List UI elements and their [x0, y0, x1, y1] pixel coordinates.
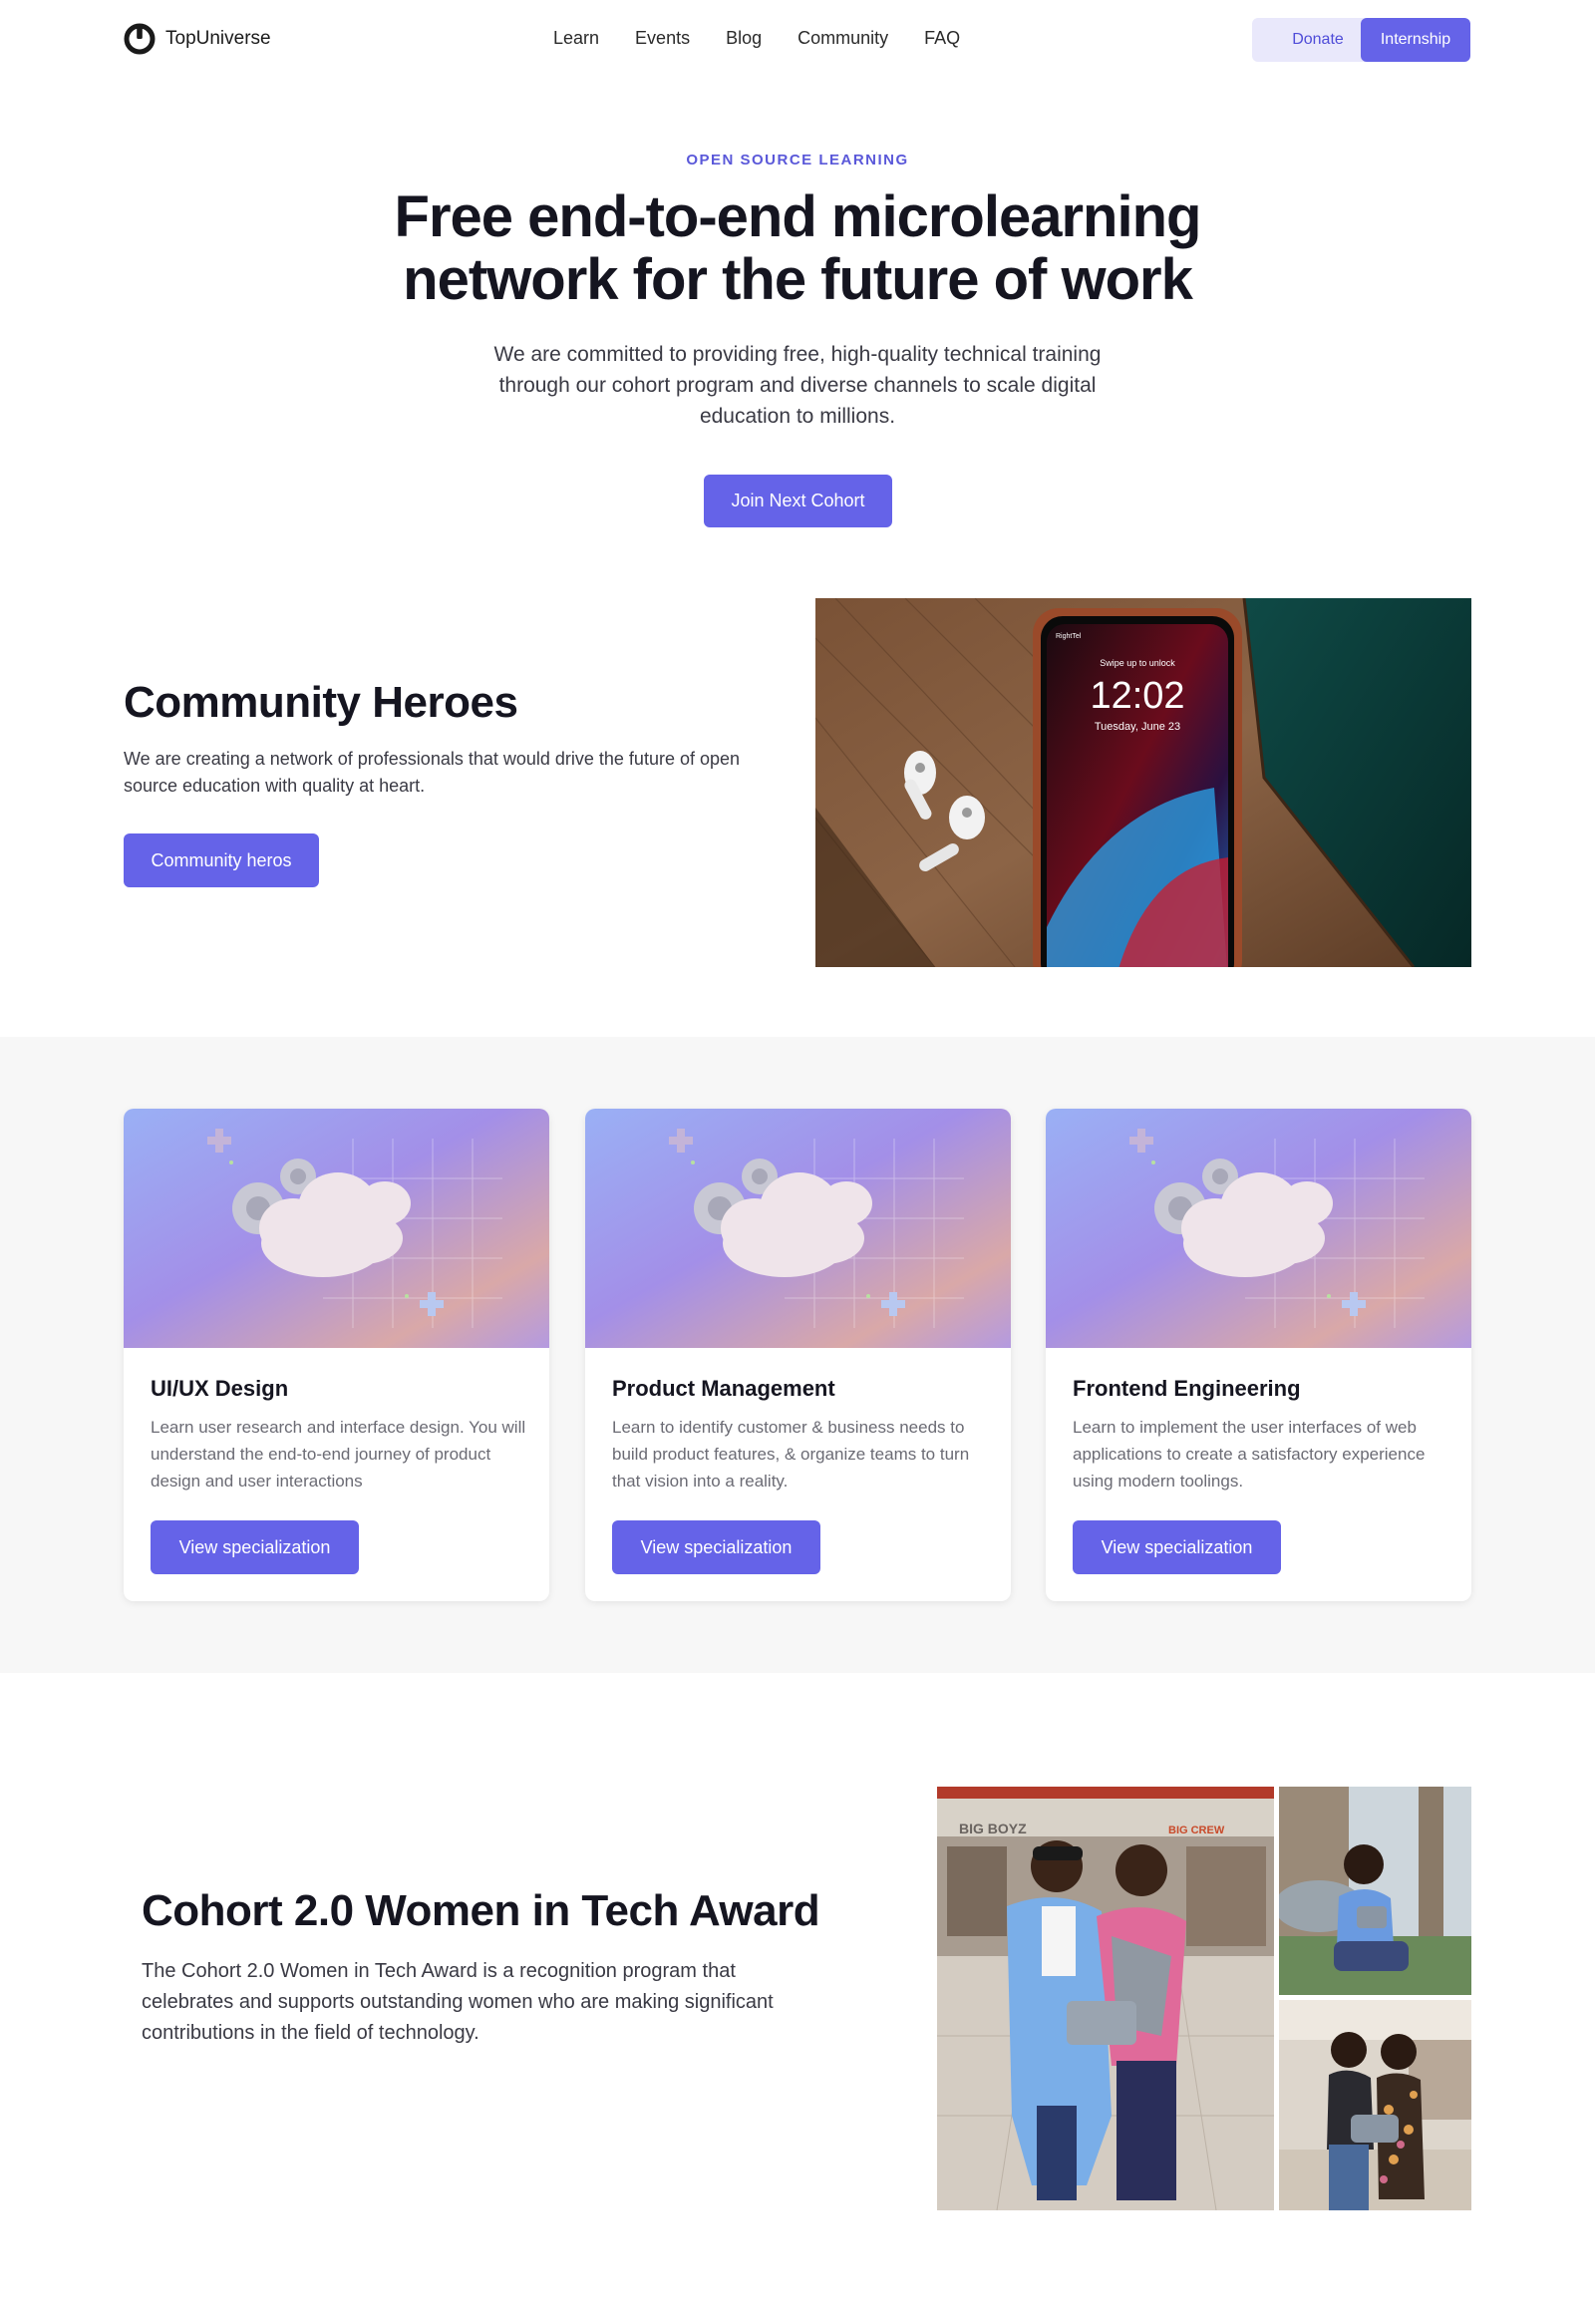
- phone-time: 12:02: [1090, 675, 1184, 717]
- nav-link-faq[interactable]: FAQ: [924, 28, 960, 49]
- brand-logo-icon: [124, 23, 156, 55]
- community-heros-button[interactable]: Community heros: [124, 833, 319, 887]
- view-specialization-button[interactable]: View specialization: [612, 1520, 820, 1574]
- card-description: Learn to identify customer & business ne…: [612, 1418, 970, 1491]
- specialization-card-frontend-engineering: Frontend Engineering Learn to implement …: [1046, 1109, 1471, 1601]
- view-specialization-button[interactable]: View specialization: [1073, 1520, 1281, 1574]
- card-illustration: [585, 1109, 1011, 1348]
- specialization-card-uiux: UI/UX Design Learn user research and int…: [124, 1109, 549, 1601]
- brand-name: TopUniverse: [165, 28, 271, 49]
- view-specialization-button[interactable]: View specialization: [151, 1520, 359, 1574]
- nav-link-learn[interactable]: Learn: [553, 28, 599, 49]
- nav-links: Learn Events Blog Community FAQ: [553, 28, 960, 49]
- phone-on-table-image: RightTel Swipe up to unlock 12:02 Tuesda…: [815, 598, 1471, 967]
- phone-date: Tuesday, June 23: [1095, 721, 1180, 733]
- card-title: UI/UX Design: [151, 1376, 289, 1401]
- card-title: Product Management: [612, 1376, 835, 1401]
- top-navigation: TopUniverse Learn Events Blog Community …: [0, 0, 1595, 80]
- nav-link-community[interactable]: Community: [798, 28, 888, 49]
- community-heroes-description: We are creating a network of professiona…: [124, 749, 741, 796]
- page: TopUniverse Learn Events Blog Community …: [0, 0, 1595, 2324]
- brand[interactable]: TopUniverse: [124, 23, 271, 55]
- hero-eyebrow: OPEN SOURCE LEARNING: [686, 152, 909, 168]
- phone-lock-text: Swipe up to unlock: [1100, 658, 1175, 668]
- card-title: Frontend Engineering: [1073, 1376, 1301, 1401]
- internship-button[interactable]: Internship: [1361, 18, 1470, 62]
- award-description: The Cohort 2.0 Women in Tech Award is a …: [142, 1960, 774, 2044]
- card-illustration: [124, 1109, 549, 1348]
- award-photo-main: BIG BOYZ BIG CREW: [937, 1787, 1274, 2210]
- hero-description: We are committed to providing free, high…: [493, 343, 1102, 428]
- phone-carrier: RightTel: [1056, 633, 1082, 640]
- sign-right-text: BIG CREW: [1168, 1825, 1225, 1836]
- award-photo-top-right: [1279, 1787, 1471, 1995]
- hero-title: Free end-to-end microlearning network fo…: [394, 184, 1202, 312]
- specialization-card-product-management: Product Management Learn to identify cus…: [585, 1109, 1011, 1601]
- community-heroes-title: Community Heroes: [124, 678, 518, 727]
- award-title: Cohort 2.0 Women in Tech Award: [142, 1886, 820, 1935]
- sign-left-text: BIG BOYZ: [959, 1821, 1027, 1836]
- card-description: Learn user research and interface design…: [151, 1418, 526, 1491]
- card-illustration: [1046, 1109, 1471, 1348]
- join-next-cohort-button[interactable]: Join Next Cohort: [704, 475, 892, 527]
- nav-link-events[interactable]: Events: [635, 28, 690, 49]
- award-photo-bottom-right: [1279, 2000, 1471, 2210]
- card-description: Learn to implement the user interfaces o…: [1073, 1418, 1426, 1491]
- nav-link-blog[interactable]: Blog: [726, 28, 762, 49]
